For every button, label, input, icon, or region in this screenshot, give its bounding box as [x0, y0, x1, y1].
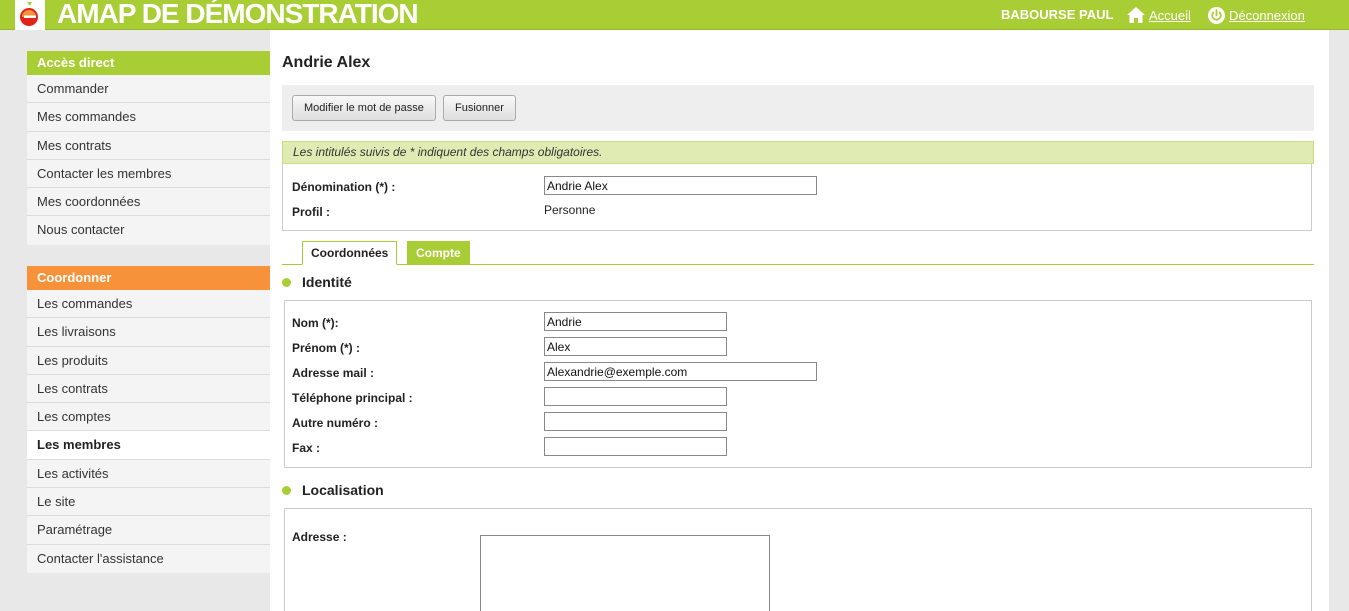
change-password-button[interactable]: Modifier le mot de passe: [292, 95, 436, 121]
tab-compte[interactable]: Compte: [407, 241, 470, 265]
sidebar-item-le-site[interactable]: Le site: [27, 488, 270, 517]
fax-input[interactable]: [544, 437, 727, 456]
home-link[interactable]: Accueil: [1126, 5, 1191, 25]
home-icon: [1126, 6, 1146, 24]
email-label: Adresse mail :: [292, 366, 375, 380]
app-title: AMAP DE DÉMONSTRATION: [57, 0, 419, 29]
nom-label: Nom (*):: [292, 316, 339, 330]
sidebar-heading-direct-access: Accès direct: [27, 51, 270, 75]
sidebar-item-les-activites[interactable]: Les activités: [27, 459, 270, 489]
sidebar-item-commander[interactable]: Commander: [27, 75, 270, 104]
sidebar-coordinate: Coordonner Les commandes Les livraisons …: [27, 266, 270, 573]
address-textarea[interactable]: [480, 535, 770, 611]
top-header-bar: AMAP DE DÉMONSTRATION BABOURSE PAUL Accu…: [0, 0, 1349, 30]
denomination-input[interactable]: [544, 176, 817, 195]
phone-label: Téléphone principal :: [292, 391, 413, 405]
prenom-label: Prénom (*) :: [292, 341, 361, 355]
sidebar-item-parametrage[interactable]: Paramétrage: [27, 516, 270, 545]
fax-label: Fax :: [292, 441, 321, 455]
user-name: BABOURSE PAUL: [1001, 7, 1114, 22]
sidebar-item-contacter-membres[interactable]: Contacter les membres: [27, 159, 270, 189]
nom-input[interactable]: [544, 312, 727, 331]
location-title-text: Localisation: [302, 482, 384, 498]
tab-coordonnees[interactable]: Coordonnées: [302, 241, 398, 265]
identity-title-text: Identité: [302, 274, 352, 290]
other-number-input[interactable]: [544, 412, 727, 431]
denomination-label: Dénomination (*) :: [292, 180, 396, 194]
sidebar-item-contacter-assistance[interactable]: Contacter l'assistance: [27, 544, 270, 573]
sidebar-item-nous-contacter[interactable]: Nous contacter: [27, 216, 270, 245]
sidebar-item-mes-contrats[interactable]: Mes contrats: [27, 131, 270, 160]
logout-link-label[interactable]: Déconnexion: [1229, 8, 1305, 23]
summary-box: [282, 164, 1312, 231]
other-number-label: Autre numéro :: [292, 416, 379, 430]
sidebar-item-mes-coordonnees[interactable]: Mes coordonnées: [27, 188, 270, 217]
sidebar-direct-access: Accès direct Commander Mes commandes Mes…: [27, 51, 270, 245]
action-toolbar: Modifier le mot de passe Fusionner: [282, 85, 1314, 131]
main-content: Andrie Alex Modifier le mot de passe Fus…: [270, 30, 1329, 611]
sidebar-item-mes-commandes[interactable]: Mes commandes: [27, 103, 270, 132]
prenom-input[interactable]: [544, 337, 727, 356]
profile-label: Profil :: [292, 205, 330, 219]
identity-section-title: Identité: [282, 274, 352, 290]
sidebar-item-les-commandes[interactable]: Les commandes: [27, 290, 270, 319]
phone-input[interactable]: [544, 387, 727, 406]
sidebar-item-les-produits[interactable]: Les produits: [27, 346, 270, 375]
sidebar-item-les-contrats[interactable]: Les contrats: [27, 374, 270, 404]
address-label: Adresse :: [292, 530, 347, 544]
required-fields-notice: Les intitulés suivis de * indiquent des …: [282, 141, 1314, 164]
home-link-label[interactable]: Accueil: [1149, 8, 1191, 23]
location-box: [284, 508, 1312, 611]
app-logo[interactable]: [15, 0, 45, 30]
profile-value: Personne: [544, 203, 596, 217]
sidebar-heading-coordonner: Coordonner: [27, 266, 270, 290]
bullet-icon: [282, 485, 291, 495]
identity-box: [284, 300, 1312, 468]
logout-link[interactable]: Déconnexion: [1207, 5, 1305, 25]
merge-button[interactable]: Fusionner: [443, 95, 516, 121]
power-icon: [1207, 6, 1226, 25]
sidebar-item-les-comptes[interactable]: Les comptes: [27, 403, 270, 432]
sidebar-item-les-livraisons[interactable]: Les livraisons: [27, 318, 270, 347]
email-input[interactable]: [544, 362, 817, 381]
page-title: Andrie Alex: [282, 54, 371, 71]
location-section-title: Localisation: [282, 482, 384, 498]
sidebar-item-les-membres[interactable]: Les membres: [27, 431, 270, 460]
bullet-icon: [282, 277, 291, 287]
